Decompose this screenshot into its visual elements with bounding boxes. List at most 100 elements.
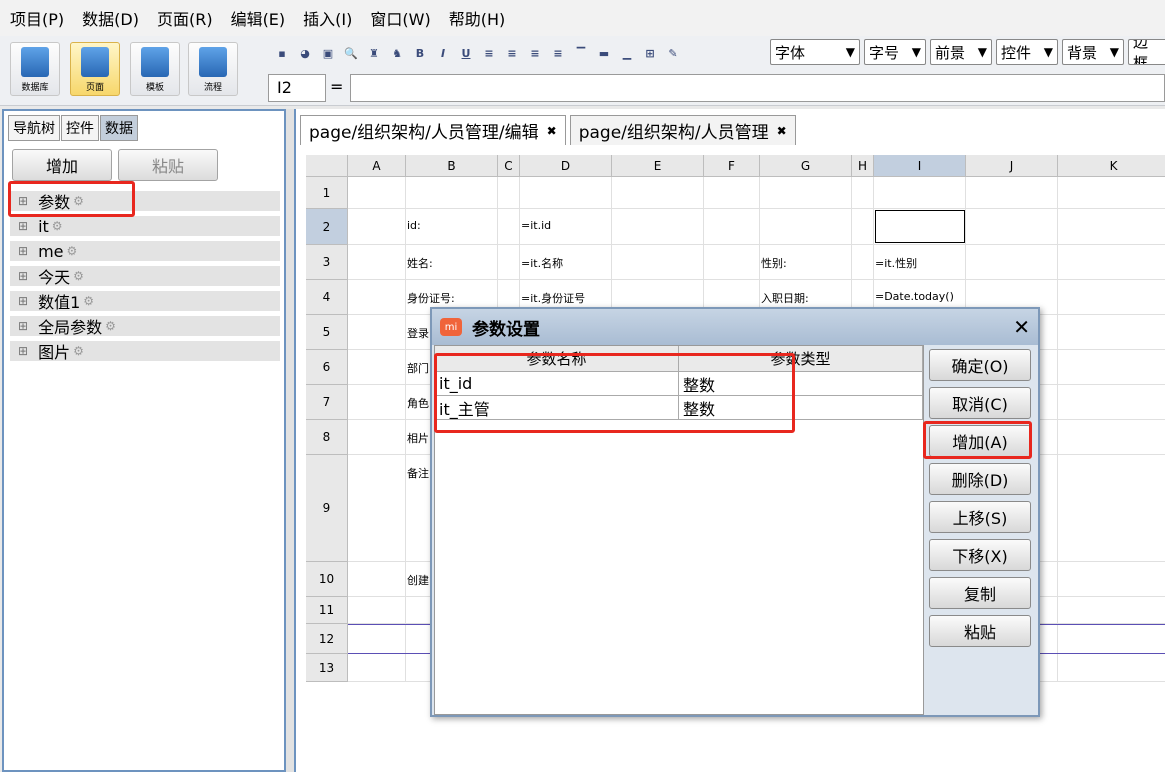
cell-reference-field[interactable]: I2 [268,74,326,102]
template-button[interactable]: 模板 [130,42,180,96]
cell-b4[interactable]: 身份证号: [407,290,455,306]
column-header-f[interactable]: F [704,155,760,177]
control-select[interactable]: 控件 ▼ [996,39,1058,65]
column-header-e[interactable]: E [612,155,704,177]
row-header-1[interactable]: 1 [306,177,348,209]
row-header-2[interactable]: 2 [306,209,348,245]
background-select[interactable]: 背景 ▼ [1062,39,1124,65]
preview-icon[interactable]: 🔍 [341,43,361,63]
row-header-9[interactable]: 9 [306,455,348,562]
expand-icon[interactable]: ⊞ [18,344,28,358]
row-header-4[interactable]: 4 [306,280,348,315]
cell-g4[interactable]: 入职日期: [761,290,809,306]
move-down-button[interactable]: 下移(X) [929,539,1031,571]
cell-b3[interactable]: 姓名: [407,255,433,271]
format-brush-icon[interactable]: ✎ [663,43,683,63]
close-icon[interactable]: ✖ [777,124,787,138]
tree-item-it[interactable]: ⊞ it ⚙ [10,216,280,236]
column-header-j[interactable]: J [966,155,1058,177]
underline-icon[interactable]: U [456,43,476,63]
tab-data[interactable]: 数据 [100,115,138,141]
add-button[interactable]: 增加 [12,149,112,181]
row-header-12[interactable]: 12 [306,624,348,654]
cell-d4[interactable]: =it.身份证号 [521,290,585,306]
close-icon[interactable]: ✕ [1013,315,1030,339]
cancel-button[interactable]: 取消(C) [929,387,1031,419]
expand-icon[interactable]: ⊞ [18,219,28,233]
panel-splitter[interactable] [286,109,294,772]
database-button[interactable]: 数据库 [10,42,60,96]
column-header-h[interactable]: H [852,155,874,177]
cell-b9[interactable]: 备注 [407,465,429,481]
find-icon[interactable]: ♞ [387,43,407,63]
tree-item-today[interactable]: ⊞ 今天 ⚙ [10,266,280,287]
close-icon[interactable]: ✖ [547,124,557,138]
expand-icon[interactable]: ⊞ [18,244,28,258]
expand-icon[interactable]: ⊞ [18,294,28,308]
selected-cell[interactable] [875,210,965,243]
tree-item-me[interactable]: ⊞ me ⚙ [10,241,280,261]
font-select[interactable]: 字体 ▼ [770,39,860,65]
cell-b5[interactable]: 登录 [407,325,429,341]
row-header-10[interactable]: 10 [306,562,348,597]
paste-param-button[interactable]: 粘贴 [929,615,1031,647]
align-left-icon[interactable]: ≡ [479,43,499,63]
cell-i4[interactable]: =Date.today() [875,290,954,303]
cell-d2[interactable]: =it.id [521,219,551,232]
row-header-5[interactable]: 5 [306,315,348,350]
tab-edit-page[interactable]: page/组织架构/人员管理/编辑 ✖ [300,115,566,145]
tree-item-image[interactable]: ⊞ 图片 ⚙ [10,341,280,362]
flow-button[interactable]: 流程 [188,42,238,96]
size-select[interactable]: 字号 ▼ [864,39,926,65]
cell-b6[interactable]: 部门 [407,360,429,376]
foreground-select[interactable]: 前景 ▼ [930,39,992,65]
globe-icon[interactable]: ◕ [295,43,315,63]
paste-button[interactable]: 粘贴 [118,149,218,181]
column-header-g[interactable]: G [760,155,852,177]
cell-b8[interactable]: 相片 [407,430,429,446]
tree-item-value1[interactable]: ⊞ 数值1 ⚙ [10,291,280,312]
column-header-k[interactable]: K [1058,155,1165,177]
binoculars-icon[interactable]: ♜ [364,43,384,63]
border-select[interactable]: 边框 [1128,39,1165,65]
menu-data[interactable]: 数据(D) [82,6,139,30]
copy-button[interactable]: 复制 [929,577,1031,609]
row-header-13[interactable]: 13 [306,654,348,682]
valign-bottom-icon[interactable]: ▁ [617,43,637,63]
align-center-icon[interactable]: ≡ [502,43,522,63]
column-header-a[interactable]: A [348,155,406,177]
tree-item-global-params[interactable]: ⊞ 全局参数 ⚙ [10,316,280,337]
tab-nav-tree[interactable]: 导航树 [8,115,60,141]
cell-b2[interactable]: id: [407,219,421,232]
merge-icon[interactable]: ⊞ [640,43,660,63]
image-icon[interactable]: ▣ [318,43,338,63]
italic-icon[interactable]: I [433,43,453,63]
grid-corner[interactable] [306,155,348,177]
menu-project[interactable]: 项目(P) [10,6,64,30]
row-header-8[interactable]: 8 [306,420,348,455]
row-header-11[interactable]: 11 [306,597,348,624]
ok-button[interactable]: 确定(O) [929,349,1031,381]
menu-insert[interactable]: 插入(I) [303,6,352,30]
tab-controls[interactable]: 控件 [61,115,99,141]
justify-icon[interactable]: ≡ [548,43,568,63]
expand-icon[interactable]: ⊞ [18,319,28,333]
menu-help[interactable]: 帮助(H) [449,6,506,30]
menu-window[interactable]: 窗口(W) [370,6,430,30]
row-header-3[interactable]: 3 [306,245,348,280]
formula-input[interactable] [350,74,1165,102]
tab-list-page[interactable]: page/组织架构/人员管理 ✖ [569,115,796,145]
cell-i3[interactable]: =it.性别 [875,255,917,271]
save-icon[interactable]: ▪ [272,43,292,63]
align-right-icon[interactable]: ≡ [525,43,545,63]
column-header-d[interactable]: D [520,155,612,177]
menu-edit[interactable]: 编辑(E) [231,6,286,30]
cell-b10[interactable]: 创建 [407,572,429,588]
menu-page[interactable]: 页面(R) [157,6,213,30]
column-header-c[interactable]: C [498,155,520,177]
column-header-b[interactable]: B [406,155,498,177]
delete-param-button[interactable]: 删除(D) [929,463,1031,495]
expand-icon[interactable]: ⊞ [18,269,28,283]
page-button[interactable]: 页面 [70,42,120,96]
valign-middle-icon[interactable]: ▬ [594,43,614,63]
